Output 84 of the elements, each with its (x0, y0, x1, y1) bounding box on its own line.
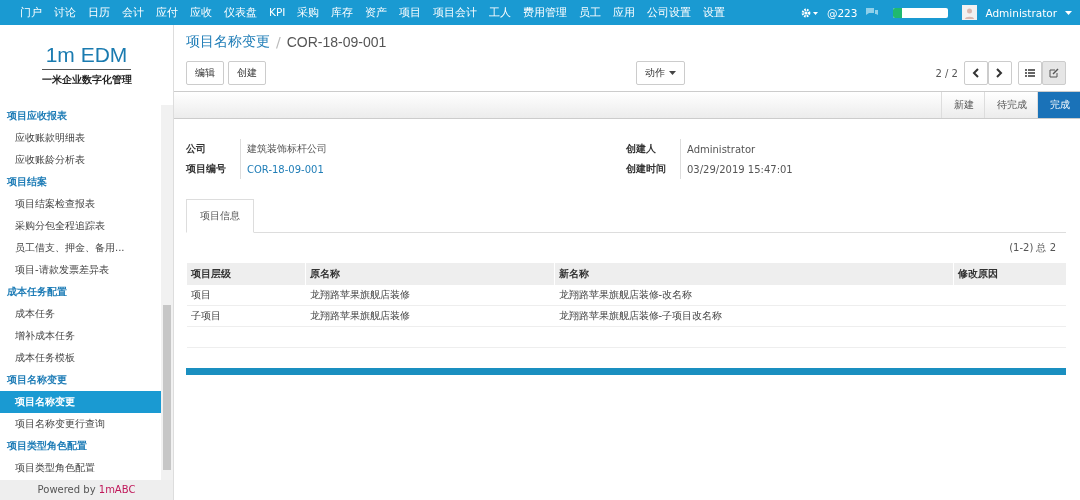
column-header[interactable]: 项目层级 (186, 263, 306, 285)
gear-icon[interactable] (800, 7, 819, 18)
tab[interactable]: 项目信息 (186, 199, 254, 233)
top-menu-item[interactable]: 门户 (14, 5, 48, 20)
top-menu-item[interactable]: 公司设置 (641, 5, 698, 20)
sidebar-item[interactable]: 项目结案检查报表 (0, 193, 161, 215)
edit-icon (1049, 68, 1059, 78)
field-value: 建筑装饰标杆公司 (247, 142, 327, 156)
field-value: 03/29/2019 15:47:01 (687, 163, 793, 175)
mentions-count[interactable]: @223 (826, 6, 858, 19)
toolbar-button[interactable]: 编辑 (186, 61, 224, 85)
top-menu-item[interactable]: 项目会计 (427, 5, 484, 20)
sidebar-item[interactable]: 应收账龄分析表 (0, 149, 161, 171)
sidebar-item[interactable]: 采购分包全程追踪表 (0, 215, 161, 237)
column-header[interactable]: 新名称 (554, 263, 954, 285)
toolbar-button[interactable]: 创建 (228, 61, 266, 85)
top-menu-item[interactable]: 费用管理 (517, 5, 574, 20)
top-menu-item[interactable]: 库存 (325, 5, 360, 20)
breadcrumb-separator: / (276, 34, 281, 50)
brand-link[interactable]: 1mABC (98, 484, 136, 495)
pager-text: 2 / 2 (935, 67, 958, 79)
logo-subtitle: 一米企业数字化管理 (41, 73, 132, 87)
top-menu-item[interactable]: 应用 (607, 5, 642, 20)
top-menu-item[interactable]: 项目 (393, 5, 428, 20)
scrollbar[interactable] (161, 105, 173, 480)
chevron-left-icon (972, 68, 980, 78)
sidebar-section-title: 项目名称变更 (6, 373, 68, 387)
field-value: Administrator (687, 143, 756, 155)
sidebar-item[interactable]: 项目名称变更 (0, 391, 161, 413)
sidebar-item[interactable]: 成本任务 (0, 303, 161, 325)
list-view-button[interactable] (1018, 61, 1042, 85)
sidebar-item[interactable]: 员工借支、押金、备用... (0, 237, 161, 259)
table-cell: 龙翔路苹果旗舰店装修-子项目改名称 (558, 310, 723, 321)
sidebar-item[interactable]: 应收账款明细表 (0, 127, 161, 149)
table-cell: 龙翔路苹果旗舰店装修-改名称 (558, 289, 693, 300)
table-cell: 龙翔路苹果旗舰店装修 (309, 310, 410, 321)
top-menu-item[interactable]: 工人 (483, 5, 518, 20)
field-label: 公司 (186, 139, 241, 159)
status-step[interactable]: 完成 (1037, 92, 1080, 118)
top-menu-item[interactable]: 应付 (150, 5, 184, 20)
sidebar-item[interactable]: 项目名称变更行查询 (0, 413, 161, 435)
sidebar-item[interactable]: 项目类型角色配置 (0, 457, 161, 479)
sidebar-section-title: 项目类型角色配置 (6, 439, 88, 453)
sidebar-item[interactable]: 增补成本任务 (0, 325, 161, 347)
user-menu[interactable]: Administrator (985, 6, 1057, 19)
top-menu-item[interactable]: 设置 (697, 5, 732, 20)
chat-icon[interactable] (865, 7, 880, 18)
sidebar-item[interactable]: 项目-请款发票差异表 (0, 259, 161, 281)
breadcrumb-link[interactable]: 项目名称变更 (186, 33, 270, 51)
caret-icon (1065, 10, 1072, 15)
field-link[interactable]: COR-18-09-001 (247, 163, 324, 175)
table-cell: 子项目 (190, 310, 221, 321)
sidebar-section-title: 成本任务配置 (6, 285, 68, 299)
list-icon (1025, 69, 1035, 77)
field-label: 项目编号 (186, 159, 241, 179)
top-menu-item[interactable]: 应收 (184, 5, 218, 20)
table-cell: 项目 (190, 289, 211, 300)
powered-by-text: Powered by (37, 484, 96, 495)
avatar-icon[interactable] (962, 5, 978, 20)
caret-icon (669, 71, 677, 75)
top-menu-item[interactable]: 资产 (359, 5, 394, 20)
top-menu-item[interactable]: 讨论 (48, 5, 82, 20)
logo-title: 1m EDM (41, 43, 132, 70)
column-header[interactable]: 修改原因 (953, 263, 1066, 285)
previous-button[interactable] (964, 61, 988, 85)
record-count: (1-2) 总 2 (1009, 242, 1056, 253)
top-menu-item[interactable]: 仪表盘 (218, 5, 263, 20)
field-label: 创建时间 (626, 159, 681, 179)
sidebar-section-title: 项目结案 (6, 175, 48, 189)
table-cell: 龙翔路苹果旗舰店装修 (309, 289, 410, 300)
sidebar-section-title: 项目应收报表 (6, 109, 68, 123)
top-menu-item[interactable]: 采购 (291, 5, 326, 20)
sidebar-item[interactable]: 成本任务模板 (0, 347, 161, 369)
breadcrumb-current: COR-18-09-001 (286, 34, 387, 50)
action-dropdown[interactable]: 动作 (636, 61, 686, 85)
status-step[interactable]: 新建 (941, 92, 984, 118)
chevron-right-icon (996, 68, 1004, 78)
top-menu-item[interactable]: 会计 (116, 5, 150, 20)
top-menu-item[interactable]: 员工 (573, 5, 608, 20)
field-label: 创建人 (626, 139, 681, 159)
top-menu-item[interactable]: 日历 (82, 5, 116, 20)
top-menu-item[interactable]: KPI (263, 5, 292, 20)
column-header[interactable]: 原名称 (305, 263, 555, 285)
next-button[interactable] (988, 61, 1012, 85)
